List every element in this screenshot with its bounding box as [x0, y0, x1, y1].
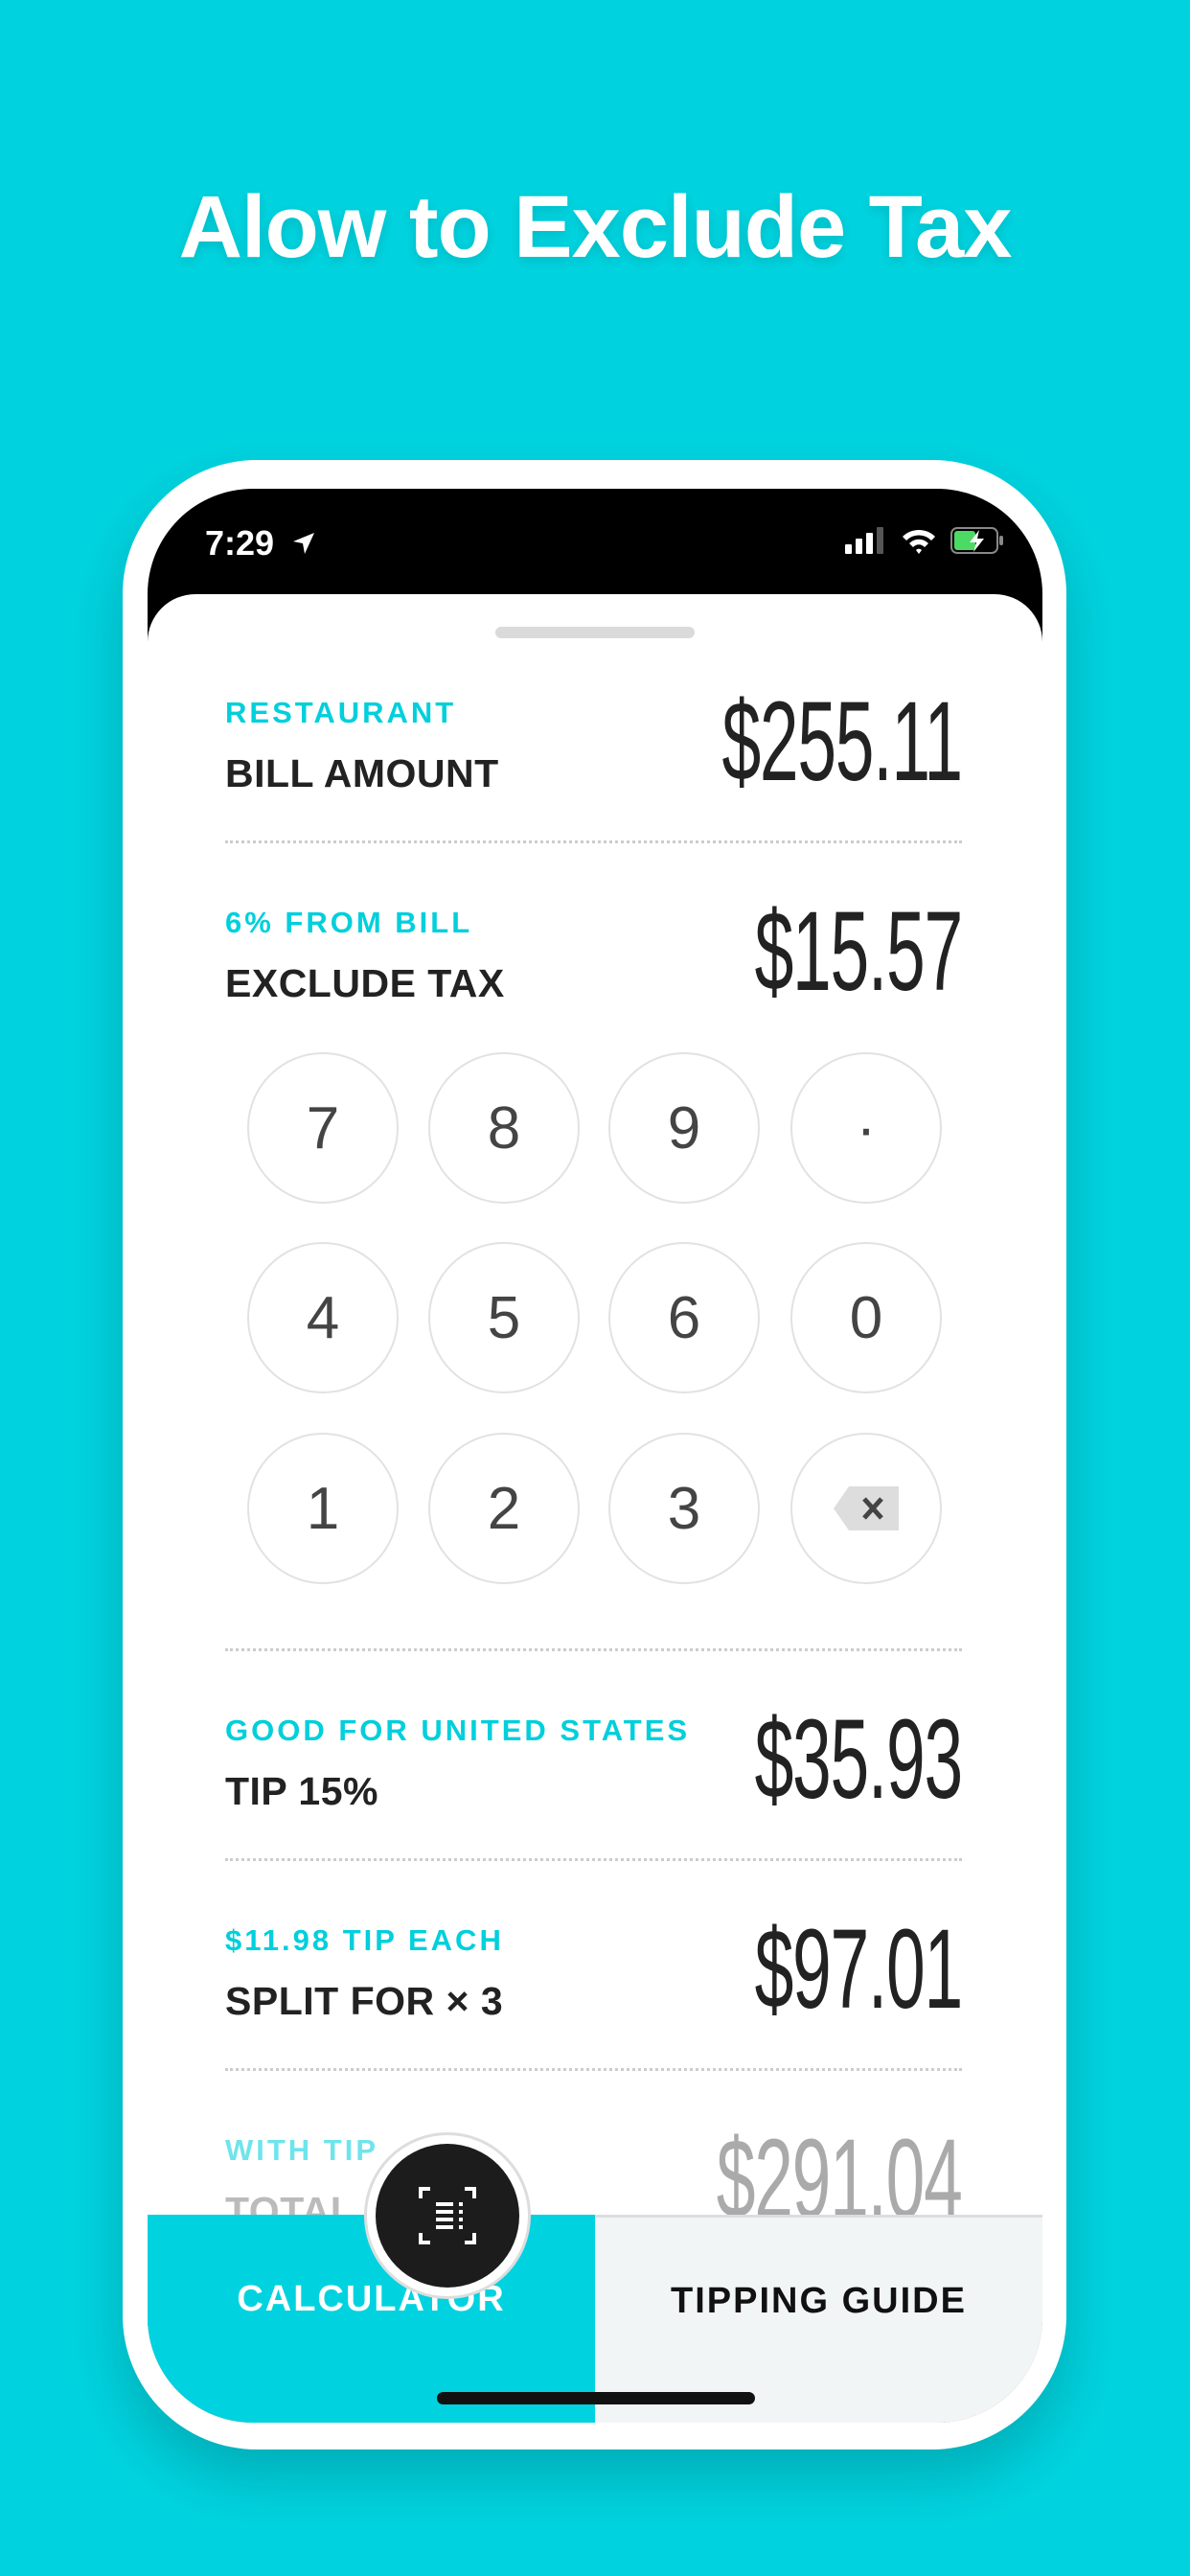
row-title: TIP 15% — [225, 1769, 378, 1813]
key-6[interactable]: 6 — [608, 1242, 760, 1393]
row-label: RESTAURANT — [225, 696, 457, 729]
row-label: WITH TIP — [225, 2133, 379, 2167]
scan-receipt-button[interactable] — [364, 2132, 531, 2299]
divider — [225, 2068, 962, 2071]
key-5[interactable]: 5 — [428, 1242, 580, 1393]
scan-receipt-icon — [419, 2187, 476, 2244]
row-title: SPLIT FOR × 3 — [225, 1979, 504, 2023]
row-title: BILL AMOUNT — [225, 751, 499, 795]
divider — [225, 1648, 962, 1651]
row-amount: $15.57 — [754, 888, 964, 1015]
status-time: 7:29 — [205, 523, 275, 563]
tip-row[interactable]: GOOD FOR UNITED STATES TIP 15% $35.93 — [225, 1696, 963, 1848]
key-4[interactable]: 4 — [247, 1242, 399, 1393]
key-9[interactable]: 2 — [428, 1433, 580, 1584]
calculator-sheet: RESTAURANT BILL AMOUNT $255.11 6% FROM B… — [148, 594, 1042, 2423]
row-title: EXCLUDE TAX — [225, 961, 505, 1005]
key-1[interactable]: 8 — [428, 1052, 580, 1204]
wifi-icon — [903, 529, 935, 554]
backspace-key[interactable] — [790, 1433, 942, 1584]
key-10[interactable]: 3 — [608, 1433, 760, 1584]
row-label: $11.98 TIP EACH — [225, 1923, 504, 1957]
headline: Alow to Exclude Tax — [178, 178, 1013, 276]
signal-icon — [845, 527, 883, 554]
key-0[interactable]: 7 — [247, 1052, 399, 1204]
divider — [225, 840, 962, 843]
key-2[interactable]: 9 — [608, 1052, 760, 1204]
battery-charging-icon — [950, 527, 1003, 554]
backspace-icon — [834, 1486, 899, 1530]
row-label: GOOD FOR UNITED STATES — [225, 1714, 691, 1747]
divider — [225, 1858, 962, 1861]
row-amount: $255.11 — [721, 678, 964, 805]
split-row[interactable]: $11.98 TIP EACH SPLIT FOR × 3 $97.01 — [225, 1906, 963, 2058]
key-3[interactable]: · — [790, 1052, 942, 1204]
row-label: 6% FROM BILL — [225, 906, 473, 939]
row-amount: $35.93 — [754, 1696, 964, 1823]
exclude-tax-row[interactable]: 6% FROM BILL EXCLUDE TAX $15.57 — [225, 888, 963, 1040]
key-8[interactable]: 1 — [247, 1433, 399, 1584]
sheet-handle[interactable] — [495, 627, 695, 638]
key-7[interactable]: 0 — [790, 1242, 942, 1393]
row-amount: $97.01 — [754, 1906, 964, 2033]
home-indicator — [437, 2392, 755, 2404]
bill-amount-row[interactable]: RESTAURANT BILL AMOUNT $255.11 — [225, 678, 963, 830]
location-arrow-icon — [293, 533, 314, 554]
app-screen: 7:29 RESTAURANT BILL AMOUNT $255.11 6% F… — [148, 489, 1042, 2423]
